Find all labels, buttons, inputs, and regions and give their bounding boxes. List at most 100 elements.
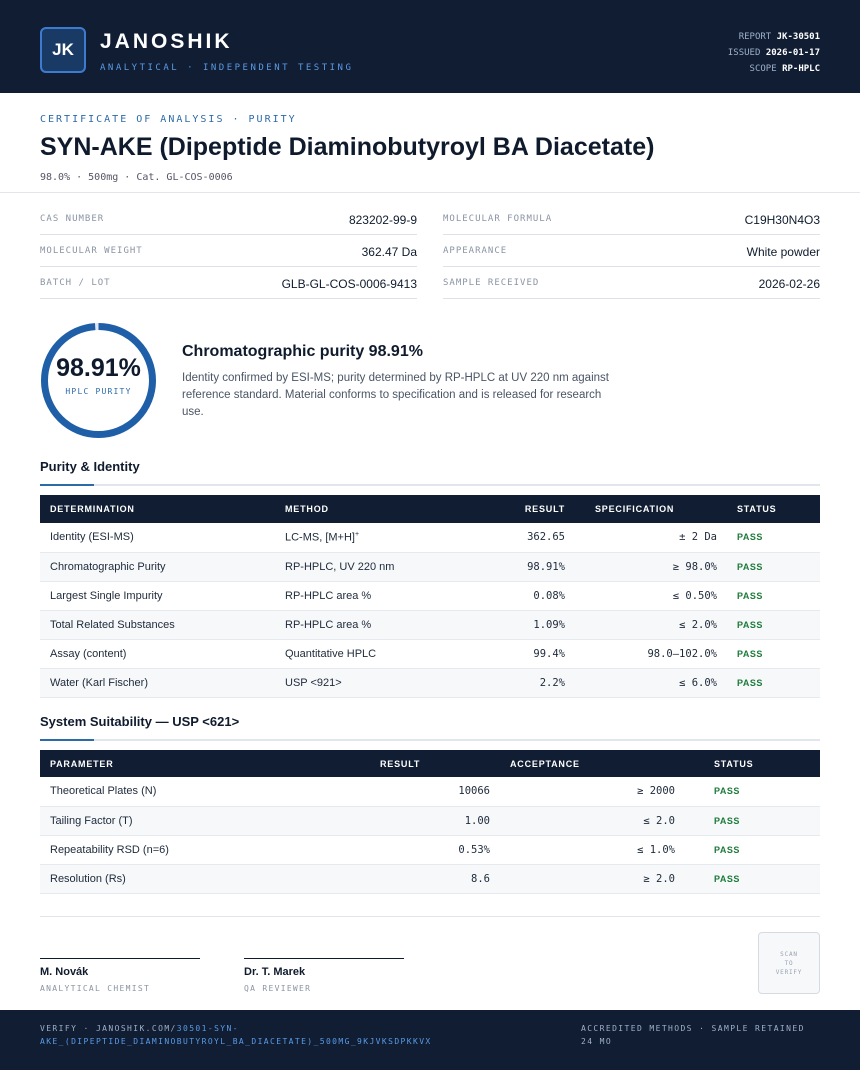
specification-cell: ≤ 0.50%: [575, 581, 727, 611]
status-badge: PASS: [685, 864, 820, 894]
table-row: Theoretical Plates (N) 10066 ≥ 2000 PASS: [40, 777, 820, 807]
column-header: SPECIFICATION: [575, 495, 727, 523]
section-rule-accent: [40, 739, 94, 741]
method-text: LC-MS, [M+H]: [285, 531, 355, 544]
specification-cell: ≥ 98.0%: [575, 552, 727, 582]
info-label: SAMPLE RECEIVED: [443, 278, 540, 288]
table-header-row: DETERMINATION METHOD RESULT SPECIFICATIO…: [40, 495, 820, 523]
report-meta: REPORT JK-30501 ISSUED 2026-01-17 SCOPE …: [728, 29, 820, 77]
info-molecular-weight: MOLECULAR WEIGHT 362.47 Da: [40, 235, 417, 267]
purity-description: Identity confirmed by ESI-MS; purity det…: [182, 372, 609, 418]
info-label: APPEARANCE: [443, 246, 508, 256]
status-badge: PASS: [727, 523, 820, 553]
brand-name: JANOSHIK: [100, 30, 233, 53]
info-value: GLB-GL-COS-0006-9413: [281, 277, 417, 291]
table-header-row: PARAMETER RESULT ACCEPTANCE STATUS: [40, 750, 820, 777]
signatory-name: Dr. T. Marek: [244, 966, 306, 978]
method-cell: LC-MS, [M+H]+: [275, 523, 475, 553]
status-badge: PASS: [727, 581, 820, 611]
issued-date: 2026-01-17: [765, 48, 820, 58]
parameter-cell: Tailing Factor (T): [40, 806, 320, 836]
purity-headline: Chromatographic purity 98.91%: [182, 343, 423, 360]
result-cell: 0.53%: [320, 835, 500, 865]
column-header: METHOD: [275, 495, 475, 523]
info-formula: MOLECULAR FORMULA C19H30N4O3: [443, 203, 820, 235]
specification-cell: ≤ 2.0%: [575, 610, 727, 640]
method-superscript: +: [354, 530, 360, 538]
status-badge: PASS: [685, 777, 820, 807]
table-row: Chromatographic Purity RP-HPLC, UV 220 n…: [40, 552, 820, 582]
column-header: STATUS: [685, 750, 820, 777]
result-cell: 1.09%: [475, 610, 575, 640]
info-value: White powder: [746, 245, 820, 259]
purity-ring-label: HPLC PURITY: [65, 387, 132, 396]
result-cell: 8.6: [320, 864, 500, 894]
report-number: JK-30501: [776, 32, 820, 42]
parameter-cell: Theoretical Plates (N): [40, 777, 320, 807]
acceptance-cell: ≤ 1.0%: [500, 835, 685, 865]
specification-cell: 98.0–102.0%: [575, 639, 727, 669]
status-badge: PASS: [685, 835, 820, 865]
table-row: Total Related Substances RP-HPLC area % …: [40, 610, 820, 640]
result-cell: 1.00: [320, 806, 500, 836]
signatory-name: M. Novák: [40, 966, 89, 978]
info-appearance: APPEARANCE White powder: [443, 235, 820, 267]
column-header: ACCEPTANCE: [500, 750, 685, 777]
verify-qr-code[interactable]: SCAN TO VERIFY: [758, 932, 820, 994]
divider: [40, 916, 820, 917]
status-badge: PASS: [685, 806, 820, 836]
status-badge: PASS: [727, 552, 820, 582]
acceptance-cell: ≥ 2.0: [500, 864, 685, 894]
method-cell: RP-HPLC, UV 220 nm: [275, 552, 475, 582]
method-cell: USP <921>: [275, 668, 475, 698]
determination-cell: Largest Single Impurity: [40, 581, 275, 611]
scope-value: RP-HPLC: [782, 64, 820, 74]
parameter-cell: Resolution (Rs): [40, 864, 320, 894]
qr-caption-line: SCAN: [780, 950, 798, 958]
info-value: 823202-99-9: [348, 213, 417, 227]
brand-logo: JK: [40, 27, 86, 73]
status-badge: PASS: [727, 610, 820, 640]
signatory-role: QA REVIEWER: [244, 984, 312, 993]
info-label: MOLECULAR FORMULA: [443, 214, 553, 224]
section-rule: [40, 739, 820, 741]
info-label: MOLECULAR WEIGHT: [40, 246, 143, 256]
system-suitability-table: PARAMETER RESULT ACCEPTANCE STATUS Theor…: [40, 750, 820, 894]
table-row: Repeatability RSD (n=6) 0.53% ≤ 1.0% PAS…: [40, 835, 820, 865]
signatory-role: ANALYTICAL CHEMIST: [40, 984, 151, 993]
method-cell: RP-HPLC area %: [275, 610, 475, 640]
acceptance-cell: ≤ 2.0: [500, 806, 685, 836]
purity-value: 98.91%: [56, 354, 141, 382]
info-value: 2026-02-26: [758, 277, 820, 291]
result-cell: 362.65: [475, 523, 575, 553]
method-cell: Quantitative HPLC: [275, 639, 475, 669]
determination-cell: Identity (ESI-MS): [40, 523, 275, 553]
report-header: JK JANOSHIK ANALYTICAL · INDEPENDENT TES…: [0, 0, 860, 93]
report-footer: VERIFY · JANOSHIK.COM/30501-SYN-AKE_(DIP…: [0, 1010, 860, 1070]
issued-label: ISSUED: [727, 48, 761, 58]
info-cas: CAS NUMBER 823202-99-9: [40, 203, 417, 235]
info-label: CAS NUMBER: [40, 214, 105, 224]
determination-cell: Water (Karl Fischer): [40, 668, 275, 698]
purity-identity-table: DETERMINATION METHOD RESULT SPECIFICATIO…: [40, 495, 820, 698]
parameter-cell: Repeatability RSD (n=6): [40, 835, 320, 865]
result-cell: 98.91%: [475, 552, 575, 582]
footer-note: ACCREDITED METHODS · SAMPLE RETAINED 24 …: [581, 1024, 805, 1046]
signature-line: [244, 958, 404, 959]
table-row: Resolution (Rs) 8.6 ≥ 2.0 PASS: [40, 864, 820, 894]
qr-caption-line: TO: [784, 959, 794, 967]
verify-prefix: VERIFY · JANOSHIK.COM/: [40, 1024, 177, 1033]
result-cell: 10066: [320, 777, 500, 807]
column-header: RESULT: [475, 495, 575, 523]
verify-text: VERIFY · JANOSHIK.COM/30501-SYN-AKE_(DIP…: [40, 1022, 440, 1048]
table-row: Identity (ESI-MS) LC-MS, [M+H]+ 362.65 ±…: [40, 523, 820, 553]
info-sample-received: SAMPLE RECEIVED 2026-02-26: [443, 267, 820, 299]
specification-cell: ± 2 Da: [575, 523, 727, 553]
issued-row: ISSUED 2026-01-17: [728, 45, 820, 61]
table-row: Water (Karl Fischer) USP <921> 2.2% ≤ 6.…: [40, 668, 820, 698]
section-rule-accent: [40, 484, 94, 486]
info-batch: BATCH / LOT GLB-GL-COS-0006-9413: [40, 267, 417, 299]
result-cell: 99.4%: [475, 639, 575, 669]
acceptance-cell: ≥ 2000: [500, 777, 685, 807]
signature-line: [40, 958, 200, 959]
